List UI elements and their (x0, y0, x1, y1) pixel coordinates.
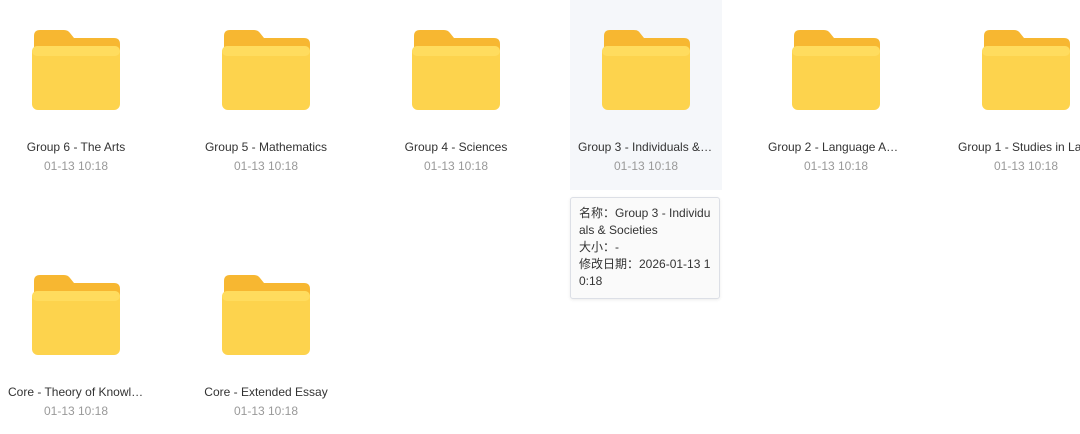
folder-icon (792, 30, 880, 110)
folder-name: Group 6 - The Arts (26, 140, 126, 154)
file-grid: Group 6 - The Arts 01-13 10:18 Group 5 -… (0, 0, 1080, 434)
folder-icon (32, 275, 120, 355)
folder-icon (222, 30, 310, 110)
tooltip-modified: 修改日期：2026-01-13 10:18 (579, 257, 711, 288)
folder-item[interactable]: Group 6 - The Arts 01-13 10:18 (0, 0, 152, 190)
tooltip-name: 名称：Group 3 - Individuals & Societies (579, 206, 711, 237)
folder-icon (32, 30, 120, 110)
folder-item[interactable]: Group 2 - Language Acquisition 01-13 10:… (760, 0, 912, 190)
folder-icon (412, 30, 500, 110)
folder-date: 01-13 10:18 (993, 159, 1059, 173)
folder-name: Core - Theory of Knowledge (8, 385, 152, 399)
tooltip-size: 大小：- (579, 240, 619, 254)
folder-item-hovered[interactable]: Group 3 - Individuals & Societies 01-13 … (570, 0, 722, 190)
folder-date: 01-13 10:18 (43, 404, 109, 418)
folder-name: Group 3 - Individuals & Societies (578, 140, 722, 154)
folder-date: 01-13 10:18 (233, 404, 299, 418)
folder-name: Group 4 - Sciences (404, 140, 508, 154)
folder-name: Group 5 - Mathematics (204, 140, 328, 154)
folder-item[interactable]: Core - Theory of Knowledge 01-13 10:18 (0, 245, 152, 434)
folder-date: 01-13 10:18 (423, 159, 489, 173)
folder-icon (982, 30, 1070, 110)
folder-name: Core - Extended Essay (204, 385, 328, 399)
folder-name: Group 1 - Studies in Language and Litera… (958, 140, 1080, 154)
folder-date: 01-13 10:18 (613, 159, 679, 173)
folder-name: Group 2 - Language Acquisition (768, 140, 912, 154)
folder-item[interactable]: Group 4 - Sciences 01-13 10:18 (380, 0, 532, 190)
folder-date: 01-13 10:18 (233, 159, 299, 173)
folder-item[interactable]: Group 5 - Mathematics 01-13 10:18 (190, 0, 342, 190)
folder-date: 01-13 10:18 (803, 159, 869, 173)
folder-icon (602, 30, 690, 110)
folder-item[interactable]: Core - Extended Essay 01-13 10:18 (190, 245, 342, 434)
folder-info-tooltip: 名称：Group 3 - Individuals & Societies 大小：… (570, 197, 720, 299)
folder-date: 01-13 10:18 (43, 159, 109, 173)
folder-item[interactable]: Group 1 - Studies in Language and Litera… (950, 0, 1080, 190)
folder-icon (222, 275, 310, 355)
